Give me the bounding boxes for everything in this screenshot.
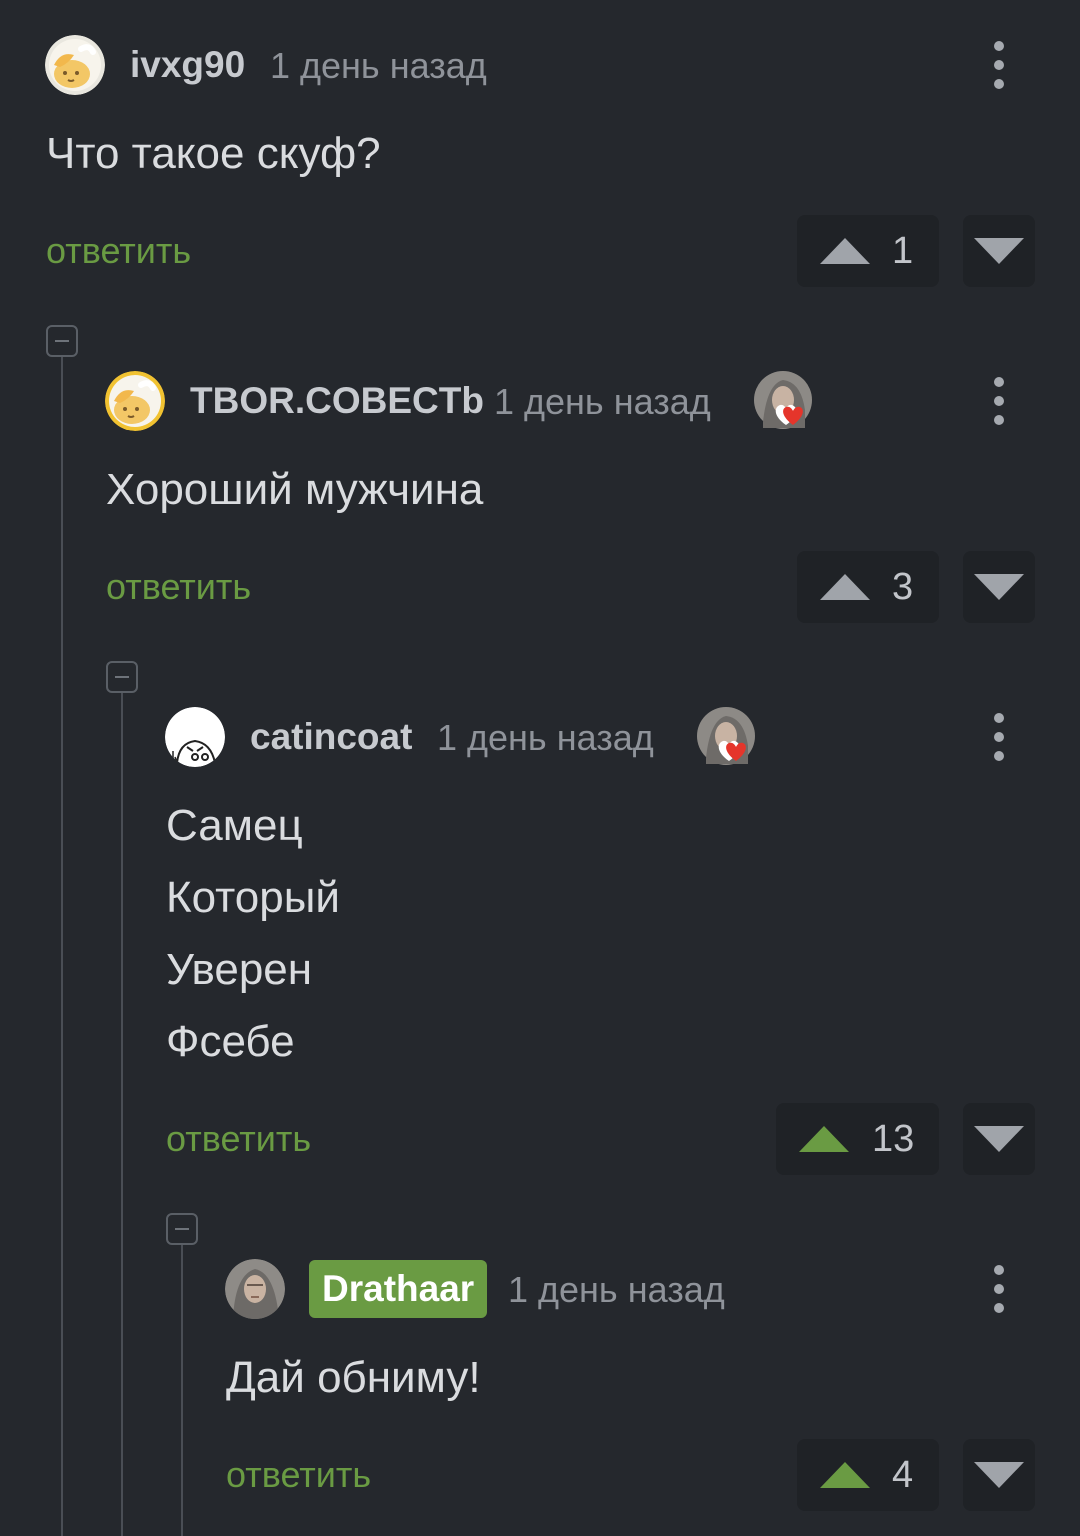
more-vertical-icon[interactable] <box>979 37 1019 93</box>
thread-line-level-1 <box>61 357 63 1536</box>
cat-face-avatar-icon <box>105 371 165 431</box>
downvote-button[interactable] <box>963 1439 1035 1511</box>
avatar[interactable] <box>45 35 105 95</box>
comment-text-line: Хороший мужчина <box>106 465 484 514</box>
thread-line-level-2 <box>121 693 123 1536</box>
reply-button[interactable]: ответить <box>46 229 191 273</box>
collapse-thread-button[interactable] <box>166 1213 198 1245</box>
username[interactable]: catincoat <box>250 715 412 759</box>
username[interactable]: ivxg90 <box>130 43 245 87</box>
timestamp: 1 день назад <box>270 45 487 86</box>
hooded-man-avatar-icon <box>225 1259 285 1319</box>
upvote-button[interactable]: 4 <box>797 1439 939 1511</box>
comment-text-line: Уверен <box>166 945 313 994</box>
author-liked-badge <box>696 706 758 768</box>
timestamp: 1 день назад <box>508 1269 725 1310</box>
triangle-up-icon <box>820 1462 870 1488</box>
author-liked-badge <box>753 370 815 432</box>
triangle-up-icon <box>799 1126 849 1152</box>
comment-text-line: Самец <box>166 801 303 850</box>
more-vertical-icon[interactable] <box>979 709 1019 765</box>
reply-button[interactable]: ответить <box>166 1117 311 1161</box>
upvote-button[interactable]: 1 <box>797 215 939 287</box>
comment-text-line: Дай обниму! <box>226 1353 481 1402</box>
vote-count: 3 <box>892 566 914 608</box>
comment-text: Хороший мужчина <box>106 454 483 526</box>
author-username-badge[interactable]: Drathaar <box>309 1260 488 1318</box>
cat-sketch-avatar-icon <box>165 707 225 767</box>
triangle-up-icon <box>820 238 870 264</box>
comment-text: Что такое скуф? <box>46 118 381 190</box>
upvote-button[interactable]: 3 <box>797 551 939 623</box>
heart-icon <box>754 371 812 429</box>
timestamp: 1 день назад <box>437 717 654 758</box>
more-vertical-icon[interactable] <box>979 373 1019 429</box>
comment-text: Самец Который Уверен Фсебе <box>166 790 340 1078</box>
triangle-up-icon <box>820 574 870 600</box>
comment-text-line: Фсебе <box>166 1017 295 1066</box>
comment-text-line: Который <box>166 873 340 922</box>
downvote-button[interactable] <box>963 1103 1035 1175</box>
downvote-button[interactable] <box>963 551 1035 623</box>
username[interactable]: TBOR.COBECTb <box>190 379 484 423</box>
collapse-thread-button[interactable] <box>106 661 138 693</box>
timestamp: 1 день назад <box>494 381 711 422</box>
vote-count: 1 <box>892 230 914 272</box>
upvote-button[interactable]: 13 <box>776 1103 939 1175</box>
more-vertical-icon[interactable] <box>979 1261 1019 1317</box>
thread-line-level-3 <box>181 1245 183 1536</box>
vote-count: 4 <box>892 1454 914 1496</box>
collapse-thread-button[interactable] <box>46 325 78 357</box>
triangle-down-icon <box>974 1462 1024 1488</box>
triangle-down-icon <box>974 574 1024 600</box>
comment-text: Дай обниму! <box>226 1342 481 1414</box>
heart-icon <box>697 707 755 765</box>
comment-text-line: Что такое скуф? <box>46 129 381 178</box>
reply-button[interactable]: ответить <box>106 565 251 609</box>
avatar[interactable] <box>225 1259 285 1319</box>
vote-count: 13 <box>872 1118 915 1160</box>
reply-button[interactable]: ответить <box>226 1453 371 1497</box>
avatar[interactable] <box>165 707 225 767</box>
downvote-button[interactable] <box>963 215 1035 287</box>
cat-face-avatar-icon <box>45 35 105 95</box>
avatar[interactable] <box>105 371 165 431</box>
triangle-down-icon <box>974 238 1024 264</box>
triangle-down-icon <box>974 1126 1024 1152</box>
